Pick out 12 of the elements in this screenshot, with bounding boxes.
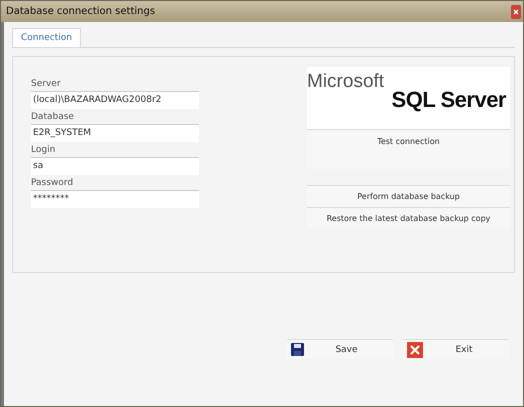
input-field[interactable]: (local)\BAZARADWAG2008r2 — [31, 92, 199, 109]
input-field[interactable]: sa — [31, 158, 199, 175]
close-icon[interactable] — [511, 4, 521, 18]
exit-button[interactable]: Exit — [403, 339, 509, 359]
tab[interactable]: Connection — [12, 28, 81, 47]
input-field[interactable]: ******** — [31, 191, 199, 208]
window-title: Database connection settings — [6, 6, 156, 17]
save-button[interactable]: Save — [287, 339, 393, 359]
input-field[interactable]: E2R_SYSTEM — [31, 125, 199, 142]
close-icon — [407, 342, 423, 358]
logo-text: Microsoft — [307, 73, 386, 90]
logo-text: SQL Server — [392, 90, 506, 110]
